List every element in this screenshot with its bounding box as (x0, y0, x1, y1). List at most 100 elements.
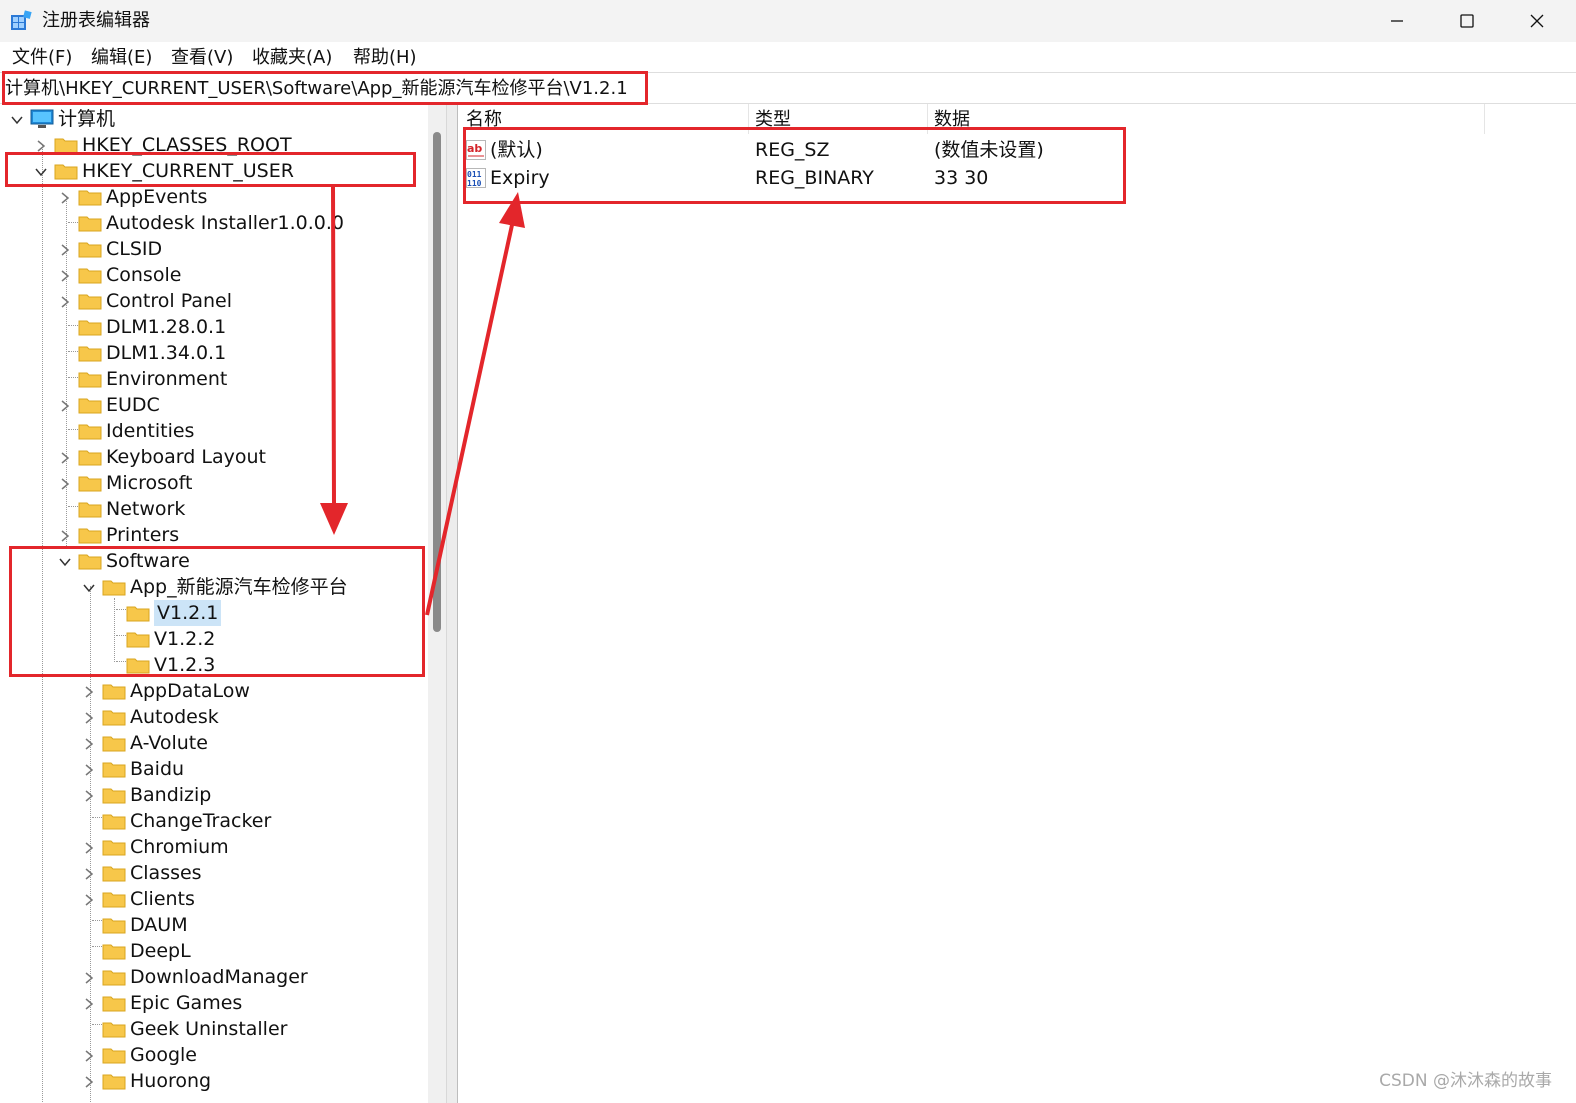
tree-item-label: Autodesk Installer1.0.0.0 (106, 212, 344, 234)
tree-item-autodesk-installer[interactable]: Autodesk Installer1.0.0.0 (78, 210, 344, 236)
chevron-right-icon[interactable] (82, 867, 96, 881)
tree-scrollbar-thumb[interactable] (433, 132, 441, 632)
tree-item-deepl[interactable]: DeepL (102, 938, 191, 964)
folder-icon (78, 528, 102, 544)
chevron-right-icon[interactable] (58, 477, 72, 491)
chevron-right-icon[interactable] (82, 841, 96, 855)
annotation-box-hkcu (5, 152, 416, 187)
chevron-right-icon[interactable] (82, 971, 96, 985)
tree-item-baidu[interactable]: Baidu (102, 756, 184, 782)
folder-icon (102, 710, 126, 726)
folder-icon (102, 840, 126, 856)
tree-item-label: Network (106, 498, 186, 520)
folder-icon (102, 996, 126, 1012)
tree-item-label: Identities (106, 420, 195, 442)
folder-icon (102, 1048, 126, 1064)
folder-icon (78, 190, 102, 206)
tree-item-clsid[interactable]: CLSID (78, 236, 162, 262)
folder-icon (102, 1022, 126, 1038)
chevron-right-icon[interactable] (82, 685, 96, 699)
pane-splitter[interactable] (446, 104, 458, 1103)
tree-item-classes[interactable]: Classes (102, 860, 202, 886)
tree-item-label: Autodesk (130, 706, 219, 728)
tree-item-label: 计算机 (58, 108, 116, 130)
chevron-right-icon[interactable] (82, 763, 96, 777)
maximize-button[interactable] (1432, 0, 1502, 42)
tree-guide-line (68, 351, 78, 352)
chevron-right-icon[interactable] (58, 295, 72, 309)
tree-item-identities[interactable]: Identities (78, 418, 194, 444)
tree-item-changetracker[interactable]: ChangeTracker (102, 808, 271, 834)
chevron-right-icon[interactable] (58, 451, 72, 465)
folder-icon (102, 788, 126, 804)
chevron-right-icon[interactable] (82, 789, 96, 803)
minimize-button[interactable] (1362, 0, 1432, 42)
tree-item-keyboard-layout[interactable]: Keyboard Layout (78, 444, 266, 470)
tree-item-label: Console (106, 264, 182, 286)
chevron-down-icon[interactable] (10, 113, 24, 127)
chevron-right-icon[interactable] (58, 529, 72, 543)
close-button[interactable] (1502, 0, 1572, 42)
column-divider[interactable] (1484, 104, 1485, 134)
chevron-right-icon[interactable] (82, 1075, 96, 1089)
chevron-right-icon[interactable] (58, 191, 72, 205)
tree-guide-line (68, 506, 78, 507)
folder-icon (102, 762, 126, 778)
folder-icon (102, 944, 126, 960)
tree-item-appevents[interactable]: AppEvents (78, 184, 207, 210)
tree-item-dlm-1-34[interactable]: DLM1.34.0.1 (78, 340, 226, 366)
menu-help[interactable]: 帮助(H) (353, 46, 417, 70)
tree-item-appdatalow[interactable]: AppDataLow (102, 678, 250, 704)
tree-item-label: DownloadManager (130, 966, 308, 988)
annotation-box-software (9, 546, 425, 677)
tree-item-label: Huorong (130, 1070, 212, 1092)
menu-favorites[interactable]: 收藏夹(A) (252, 46, 332, 70)
tree-item-network[interactable]: Network (78, 496, 185, 522)
folder-icon (78, 242, 102, 258)
tree-item-label: ChangeTracker (130, 810, 272, 832)
menu-view[interactable]: 查看(V) (171, 46, 233, 70)
tree-item-chromium[interactable]: Chromium (102, 834, 229, 860)
tree-item-control-panel[interactable]: Control Panel (78, 288, 232, 314)
menu-file[interactable]: 文件(F) (12, 46, 72, 70)
tree-item-label: EUDC (106, 394, 160, 416)
tree-item-clients[interactable]: Clients (102, 886, 195, 912)
tree-item-a-volute[interactable]: A-Volute (102, 730, 208, 756)
chevron-right-icon[interactable] (82, 711, 96, 725)
chevron-right-icon[interactable] (34, 139, 48, 153)
tree-item-eudc[interactable]: EUDC (78, 392, 160, 418)
tree-item-environment[interactable]: Environment (78, 366, 227, 392)
chevron-right-icon[interactable] (58, 399, 72, 413)
chevron-right-icon[interactable] (82, 997, 96, 1011)
close-icon (1530, 14, 1544, 28)
chevron-right-icon[interactable] (82, 1049, 96, 1063)
tree-item-label: AppDataLow (130, 680, 250, 702)
menu-bar: 文件(F) 编辑(E) 查看(V) 收藏夹(A) 帮助(H) (0, 42, 1576, 72)
tree-item-daum[interactable]: DAUM (102, 912, 188, 938)
tree-item-label: Control Panel (106, 290, 232, 312)
menu-edit[interactable]: 编辑(E) (91, 46, 152, 70)
tree-item-bandizip[interactable]: Bandizip (102, 782, 211, 808)
tree-item-dlm-1-28[interactable]: DLM1.28.0.1 (78, 314, 226, 340)
tree-item-microsoft[interactable]: Microsoft (78, 470, 192, 496)
annotation-box-address (2, 71, 648, 105)
tree-item-printers[interactable]: Printers (78, 522, 179, 548)
chevron-right-icon[interactable] (82, 893, 96, 907)
chevron-right-icon[interactable] (82, 737, 96, 751)
chevron-right-icon[interactable] (58, 269, 72, 283)
tree-item-huorong[interactable]: Huorong (102, 1068, 211, 1094)
title-bar: 注册表编辑器 (0, 0, 1576, 42)
tree-item-autodesk[interactable]: Autodesk (102, 704, 219, 730)
tree-item-geek-uninstaller[interactable]: Geek Uninstaller (102, 1016, 287, 1042)
tree-item-console[interactable]: Console (78, 262, 181, 288)
tree-item-epic-games[interactable]: Epic Games (102, 990, 242, 1016)
tree-item-google[interactable]: Google (102, 1042, 197, 1068)
maximize-icon (1460, 14, 1474, 28)
tree-item-label: DAUM (130, 914, 188, 936)
folder-icon (102, 892, 126, 908)
tree-item-downloadmanager[interactable]: DownloadManager (102, 964, 308, 990)
folder-icon (78, 268, 102, 284)
tree-item-computer[interactable]: 计算机 (30, 106, 115, 132)
tree-item-label: CLSID (106, 238, 163, 260)
chevron-right-icon[interactable] (58, 243, 72, 257)
